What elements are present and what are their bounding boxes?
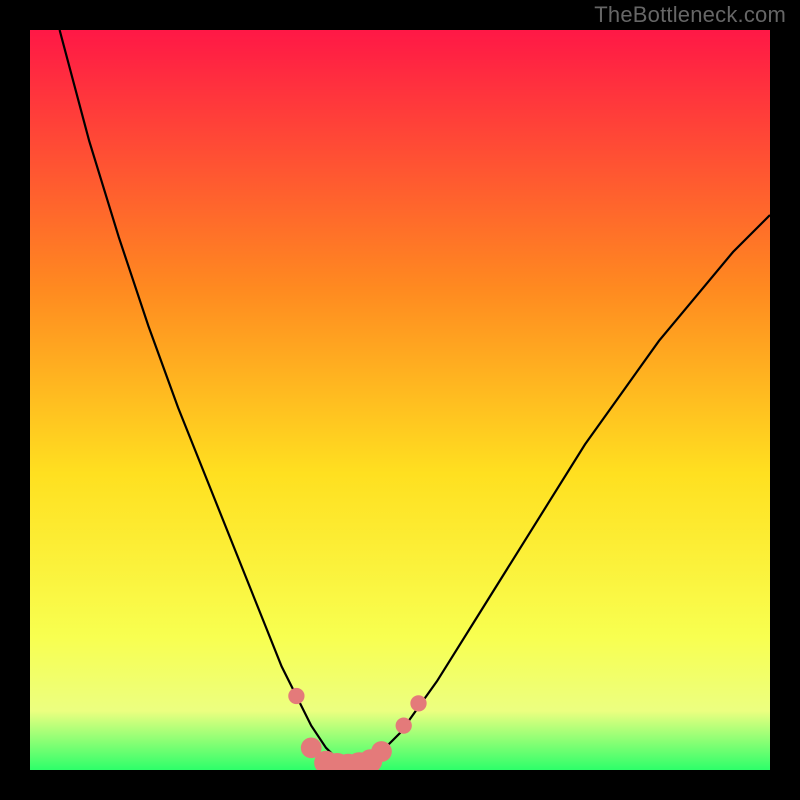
curve-marker: [396, 717, 412, 733]
curve-marker: [288, 688, 304, 704]
curve-marker: [410, 695, 426, 711]
curve-marker: [371, 741, 392, 762]
chart-frame: TheBottleneck.com: [0, 0, 800, 800]
chart-svg: [30, 30, 770, 770]
watermark-text: TheBottleneck.com: [594, 2, 786, 28]
plot-area: [30, 30, 770, 770]
gradient-background: [30, 30, 770, 770]
